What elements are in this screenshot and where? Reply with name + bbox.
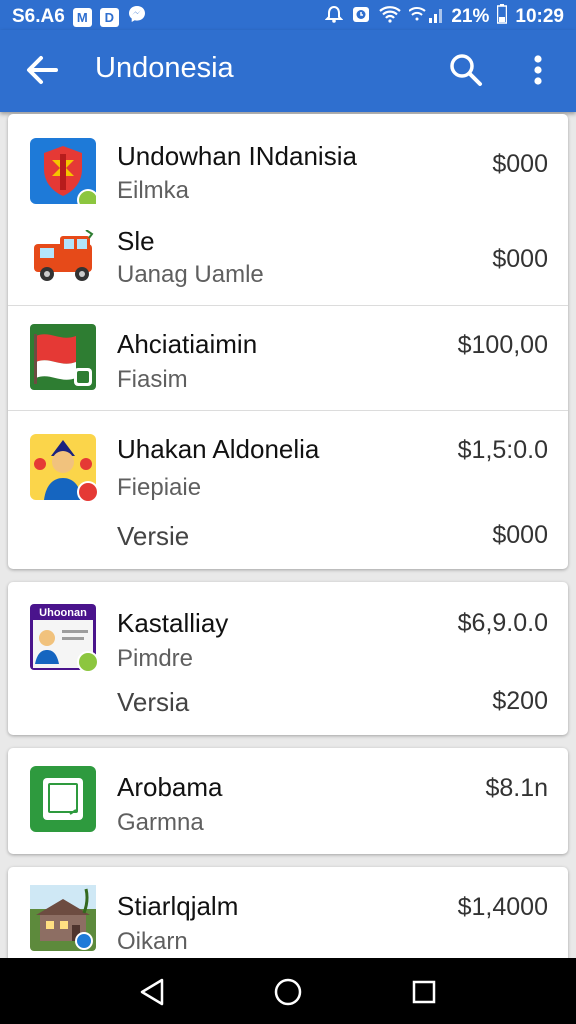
truck-app-icon [30,229,96,296]
time-label: 10:29 [515,6,564,27]
app-price: $000 [492,521,548,549]
notification-icon: D [99,7,119,27]
app-subtitle: Oikarn [117,928,188,955]
app-name: Kastalliay [117,608,229,638]
version-label: Versia [117,687,190,717]
battery-label: 21% [451,6,490,27]
app-subtitle: Fiepiaie [117,474,202,501]
messenger-icon [127,4,147,30]
app-name: Uhakan Aldonelia [117,434,320,464]
battery-icon [497,4,508,30]
carrier-label: S6.A6 [12,6,65,27]
back-icon[interactable] [132,972,172,1012]
app-name: Sle [117,226,155,256]
divider [8,305,568,306]
app-subtitle: Fiasim [117,366,188,393]
app-name: Ahciatiaimin [117,329,258,359]
app-price: $6,9.0.0 [457,609,548,637]
house-app-icon [30,885,96,951]
navigation-bar [0,958,576,1024]
app-price: $8.1n [485,774,548,802]
app-card: Uhoonan Kastalliay Pimdre $6,9.0.0 Versi… [8,582,568,735]
search-icon[interactable] [448,52,484,88]
alarm-icon [324,4,344,30]
app-icon-label: Uhoonan [39,607,87,619]
app-subtitle: Eilmka [117,177,190,204]
app-name: Stiarlqjalm [117,891,239,921]
wifi-icon [379,5,402,29]
flag-app-icon [30,324,96,390]
more-options-icon[interactable] [524,50,552,90]
status-bar: S6.A6 M D 21% 10:29 [0,0,576,30]
app-card: Stiarlqjalm Oikarn $1,4000 [8,867,568,958]
clock-icon [351,4,371,30]
tablet-app-icon [30,766,96,832]
app-price: $000 [492,245,548,273]
app-bar: Undonesia [0,30,576,112]
book-app-icon: Uhoonan [30,604,99,673]
home-icon[interactable] [268,972,308,1012]
app-name: Undowhan INdanisia [117,141,357,171]
back-arrow-icon[interactable] [22,50,62,90]
app-name: Arobama [117,772,223,802]
app-card: Arobama Garmna $8.1n [8,748,568,854]
app-price: $000 [492,150,548,178]
notification-icon: M [72,7,92,27]
app-price: $1,5:0.0 [457,436,548,464]
app-list[interactable]: Undowhan INdanisia Eilmka $000 Sle Uanag [0,112,576,958]
app-subtitle: Uanag Uamle [117,261,264,288]
app-price: $1,4000 [457,893,548,921]
signal-icon [408,4,443,30]
shield-app-icon [30,138,99,211]
app-price: $100,00 [457,331,548,359]
app-subtitle: Garmna [117,809,204,836]
app-card: Undowhan INdanisia Eilmka $000 Sle Uanag [8,114,568,569]
version-label: Versie [117,521,190,551]
divider [8,410,568,411]
app-subtitle: Pimdre [117,645,194,672]
page-title: Undonesia [95,52,234,84]
character-app-icon [30,434,99,503]
recents-icon[interactable] [404,972,444,1012]
app-price: $200 [492,687,548,715]
